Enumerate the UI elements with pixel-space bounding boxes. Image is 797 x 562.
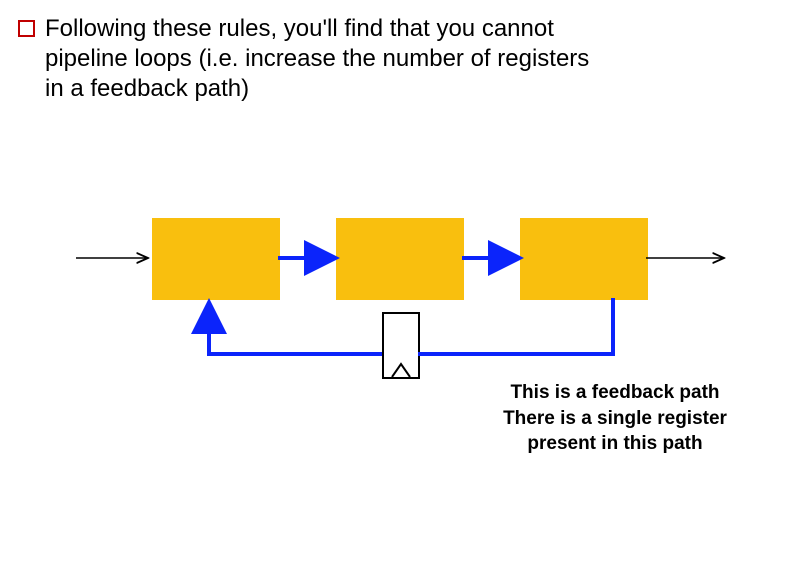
diagram-area: This is a feedback path There is a singl… xyxy=(0,0,797,562)
processing-block-3 xyxy=(520,218,648,300)
register-block xyxy=(382,312,420,379)
register-clock-icon xyxy=(384,314,418,377)
processing-block-1 xyxy=(152,218,280,300)
slide: Following these rules, you'll find that … xyxy=(0,0,797,562)
annotation-line: This is a feedback path xyxy=(470,380,760,406)
feedback-annotation: This is a feedback path There is a singl… xyxy=(470,380,760,457)
processing-block-2 xyxy=(336,218,464,300)
annotation-line: present in this path xyxy=(470,431,760,457)
annotation-line: There is a single register xyxy=(470,406,760,432)
